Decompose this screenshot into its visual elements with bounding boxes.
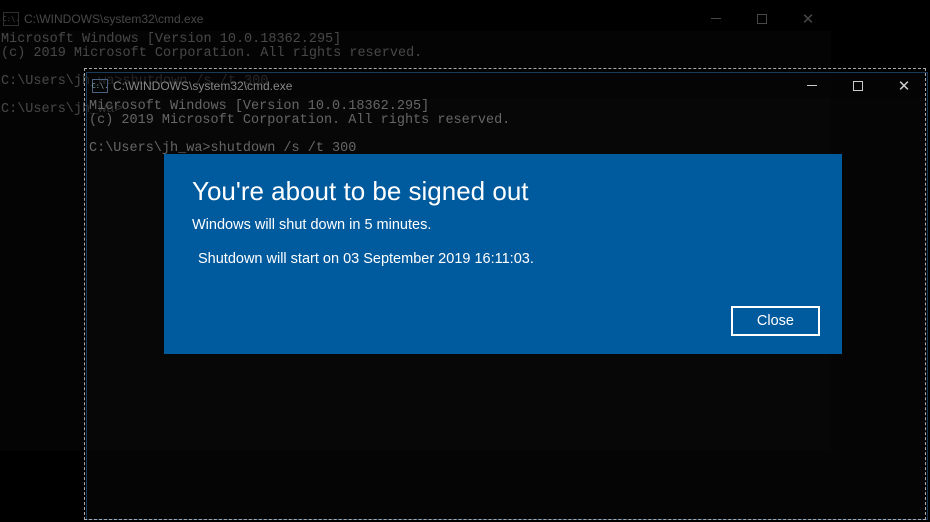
dialog-message-2: Shutdown will start on 03 September 2019… <box>192 251 814 267</box>
close-icon: ✕ <box>802 10 815 28</box>
close-icon: ✕ <box>898 77 911 95</box>
maximize-button[interactable] <box>739 6 785 31</box>
minimize-button[interactable] <box>693 6 739 31</box>
dialog-buttons: Close <box>731 306 820 336</box>
output-line: Microsoft Windows [Version 10.0.18362.29… <box>1 32 341 47</box>
terminal-output-front: Microsoft Windows [Version 10.0.18362.29… <box>87 98 927 156</box>
cmd-icon: C:\. <box>92 79 108 93</box>
minimize-icon <box>807 85 817 86</box>
output-line: (c) 2019 Microsoft Corporation. All righ… <box>89 113 510 128</box>
close-button[interactable]: Close <box>731 306 820 336</box>
dialog-message-1: Windows will shut down in 5 minutes. <box>192 217 814 233</box>
titlebar-front[interactable]: C:\. C:\WINDOWS\system32\cmd.exe ✕ <box>87 73 927 98</box>
window-controls-front: ✕ <box>789 73 927 98</box>
dialog-title: You're about to be signed out <box>192 176 814 207</box>
window-title-back: C:\WINDOWS\system32\cmd.exe <box>24 12 693 26</box>
output-line: (c) 2019 Microsoft Corporation. All righ… <box>1 46 422 61</box>
minimize-icon <box>711 18 721 19</box>
cmd-icon: C:\. <box>3 12 19 26</box>
window-title-front: C:\WINDOWS\system32\cmd.exe <box>113 79 789 93</box>
shutdown-dialog: You're about to be signed out Windows wi… <box>164 154 842 354</box>
maximize-icon <box>757 14 767 24</box>
output-line: Microsoft Windows [Version 10.0.18362.29… <box>89 99 429 114</box>
close-window-button[interactable]: ✕ <box>785 6 831 31</box>
titlebar-back: C:\. C:\WINDOWS\system32\cmd.exe ✕ <box>0 6 831 31</box>
close-window-button[interactable]: ✕ <box>881 73 927 98</box>
maximize-icon <box>853 81 863 91</box>
maximize-button[interactable] <box>835 73 881 98</box>
window-controls-back: ✕ <box>693 6 831 31</box>
minimize-button[interactable] <box>789 73 835 98</box>
